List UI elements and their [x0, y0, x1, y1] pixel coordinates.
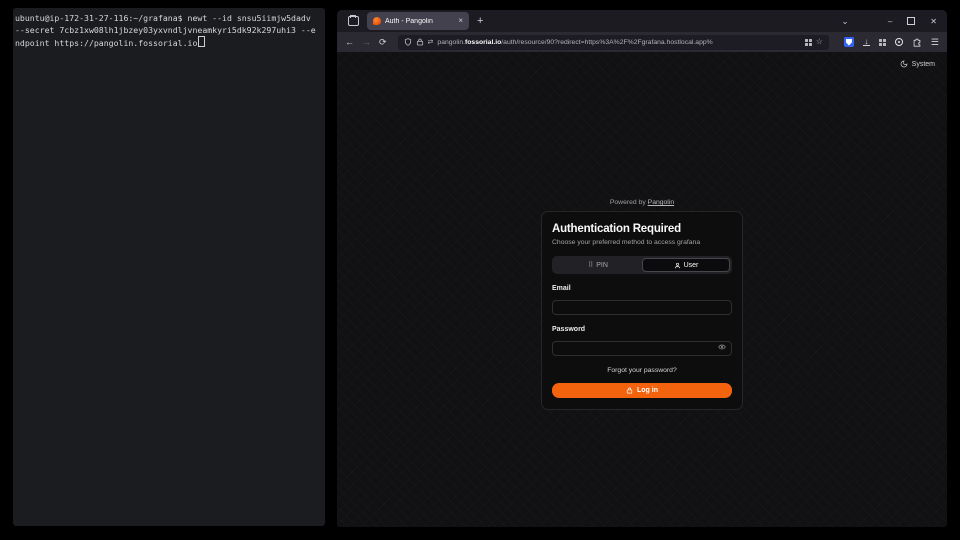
tab-user-label: User: [684, 262, 699, 269]
downloads-icon[interactable]: ↓: [863, 38, 870, 46]
moon-icon: [900, 60, 908, 68]
auth-card: Authentication Required Choose your pref…: [541, 211, 743, 410]
window-controls: ⌄ – ✕: [841, 16, 937, 27]
hamburger-menu-icon[interactable]: ☰: [931, 38, 939, 47]
pangolin-link[interactable]: Pangolin: [648, 199, 674, 206]
lock-icon: [626, 387, 633, 394]
tab-title: Auth - Pangolin: [385, 18, 454, 25]
browser-window: Auth - Pangolin × + ⌄ – ✕ ← → ⟳ ⇄ pangol…: [337, 10, 947, 527]
url-text: pangolin.fossorial.io/auth/resource/90?r…: [437, 39, 800, 46]
tab-close-icon[interactable]: ×: [458, 17, 463, 25]
extensions-puzzle-icon[interactable]: [912, 37, 922, 47]
translate-icon[interactable]: ⇄: [428, 39, 434, 46]
email-label: Email: [552, 285, 732, 292]
user-icon: [674, 262, 681, 269]
email-input[interactable]: [552, 300, 732, 315]
list-tabs-chevron-icon[interactable]: ⌄: [841, 16, 849, 27]
card-subtitle: Choose your preferred method to access g…: [552, 239, 732, 246]
toolbar-addons: ↓ ☰: [844, 37, 939, 47]
bookmark-star-icon[interactable]: ☆: [816, 38, 823, 46]
login-button[interactable]: Log in: [552, 383, 732, 398]
tab-pin[interactable]: ⠿ PIN: [554, 258, 642, 272]
desktop: ubuntu@ip-172-31-27-116:~/grafana$ newt …: [0, 0, 960, 540]
page-content: System Powered by Pangolin Authenticatio…: [337, 52, 947, 527]
tab-pin-label: PIN: [596, 262, 608, 269]
password-input[interactable]: [552, 341, 732, 356]
keypad-icon: ⠿: [588, 262, 593, 269]
browser-nav-toolbar: ← → ⟳ ⇄ pangolin.fossorial.io/auth/resou…: [337, 32, 947, 52]
page-action-grid-icon[interactable]: [805, 39, 812, 46]
record-target-addon-icon[interactable]: [895, 38, 903, 46]
reload-button[interactable]: ⟳: [379, 38, 387, 47]
extension-grid-icon[interactable]: [879, 39, 886, 46]
maximize-button[interactable]: [907, 17, 915, 25]
url-subdomain: pangolin.: [437, 39, 465, 46]
auth-section: Powered by Pangolin Authentication Requi…: [541, 199, 743, 410]
forgot-password-link[interactable]: Forgot your password?: [552, 367, 732, 374]
theme-toggle-button[interactable]: System: [900, 60, 935, 68]
tab-user[interactable]: User: [642, 258, 730, 272]
terminal-cursor: [198, 36, 205, 47]
back-button[interactable]: ←: [345, 38, 354, 47]
card-title: Authentication Required: [552, 223, 732, 235]
email-field-wrap: [552, 296, 732, 315]
minimize-button[interactable]: –: [888, 17, 892, 26]
terminal-window[interactable]: ubuntu@ip-172-31-27-116:~/grafana$ newt …: [13, 8, 325, 526]
browser-tab-auth-pangolin[interactable]: Auth - Pangolin ×: [367, 12, 469, 30]
browser-tab-bar: Auth - Pangolin × + ⌄ – ✕: [337, 10, 947, 32]
auth-method-tabs: ⠿ PIN User: [552, 256, 732, 274]
terminal-line: ndpoint https://pangolin.fossorial.io: [15, 36, 323, 49]
new-tab-button[interactable]: +: [477, 16, 483, 27]
terminal-line: ubuntu@ip-172-31-27-116:~/grafana$ newt …: [15, 12, 323, 24]
password-field-wrap: [552, 337, 732, 356]
terminal-line-text: ndpoint https://pangolin.fossorial.io: [15, 38, 197, 48]
powered-by: Powered by Pangolin: [541, 199, 743, 206]
firefox-view-icon[interactable]: [345, 14, 361, 28]
ublock-addon-icon[interactable]: [844, 37, 854, 47]
pangolin-favicon-icon: [373, 17, 381, 25]
terminal-line: --secret 7cbz1xw08lh1jbzey03yxvndljvneam…: [15, 24, 323, 36]
lock-icon[interactable]: [416, 38, 424, 46]
login-button-label: Log in: [637, 387, 658, 394]
url-bar[interactable]: ⇄ pangolin.fossorial.io/auth/resource/90…: [398, 35, 829, 50]
show-password-eye-icon[interactable]: [718, 343, 726, 351]
forward-button[interactable]: →: [362, 38, 371, 47]
shield-permissions-icon[interactable]: [404, 38, 412, 46]
url-domain: fossorial.io: [465, 39, 501, 46]
close-window-button[interactable]: ✕: [930, 17, 937, 26]
theme-toggle-label: System: [912, 61, 935, 68]
url-path: /auth/resource/90?redirect=https%3A%2F%2…: [501, 39, 712, 46]
password-label: Password: [552, 326, 732, 333]
